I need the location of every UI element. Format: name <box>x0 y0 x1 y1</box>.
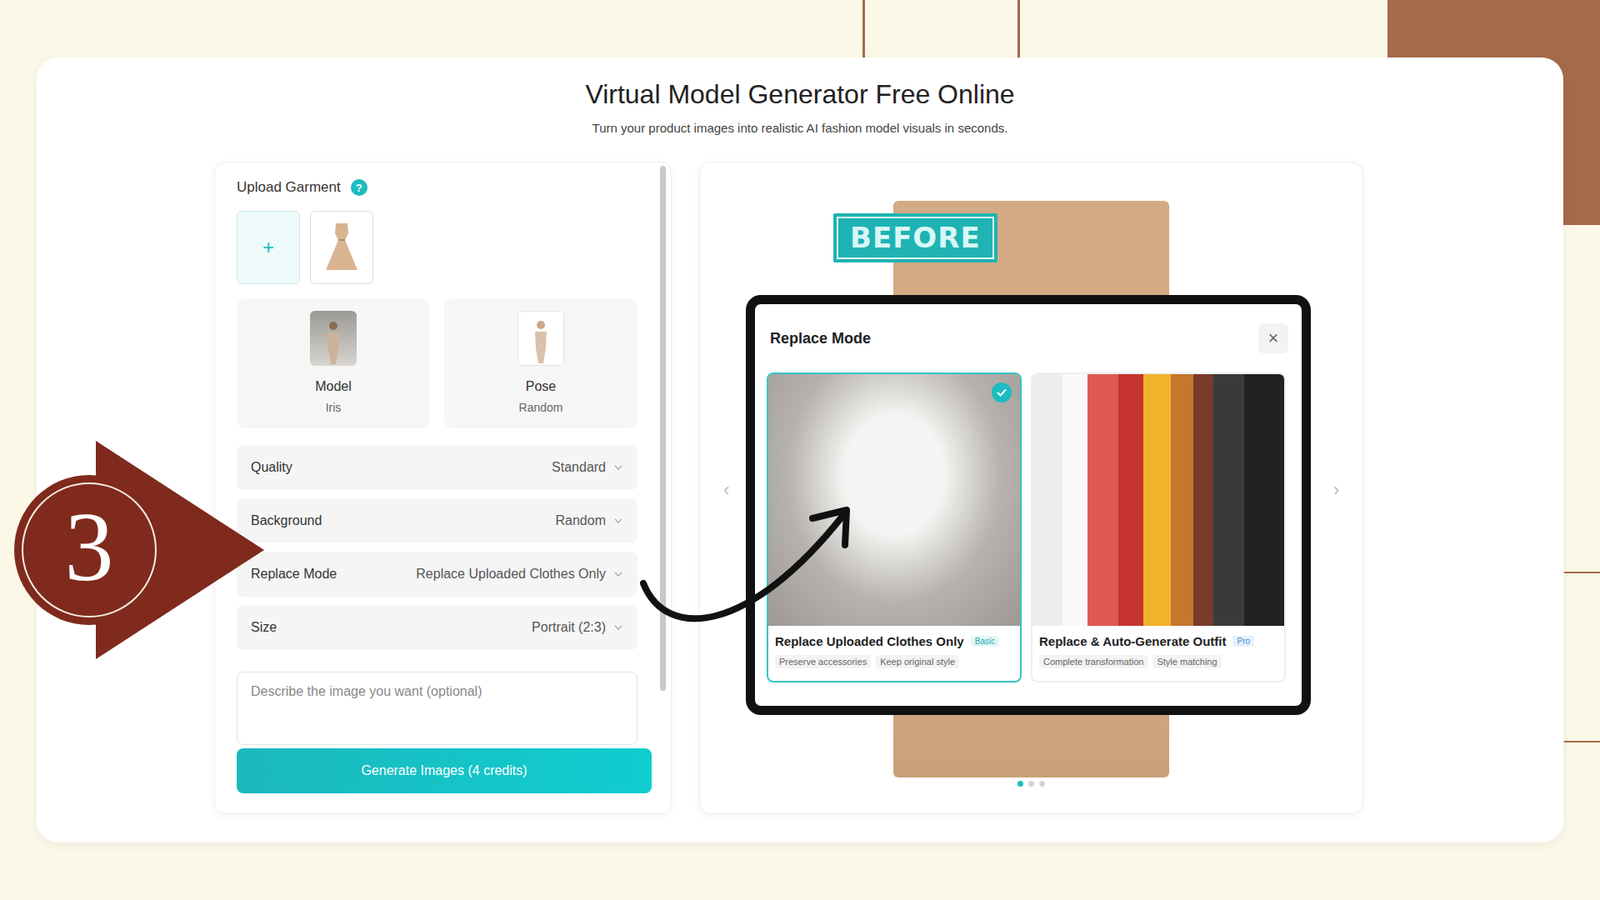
selector-image <box>310 310 357 366</box>
option-tags: Preserve accessories Keep original style <box>775 655 1014 669</box>
mode-option[interactable]: Replace & Auto-Generate Outfit Pro Compl… <box>1030 372 1286 683</box>
carousel-prev-button[interactable]: ‹ <box>723 479 730 501</box>
step-marker: 3 <box>14 440 281 666</box>
option-info: Replace & Auto-Generate Outfit Pro Compl… <box>1032 625 1285 674</box>
modal-title: Replace Mode <box>770 330 871 348</box>
setting-row[interactable]: Quality Standard <box>236 445 638 490</box>
chevron-down-icon <box>614 571 623 577</box>
option-title: Replace Uploaded Clothes Only <box>775 634 965 649</box>
main-card: Virtual Model Generator Free Online Turn… <box>36 57 1564 843</box>
before-badge: BEFORE <box>833 213 998 263</box>
help-icon[interactable]: ? <box>350 179 368 196</box>
decor-line <box>862 0 865 58</box>
option-badge: Pro <box>1232 635 1255 647</box>
figure-icon <box>525 318 556 365</box>
carousel-dots <box>700 780 1363 787</box>
dress-icon <box>322 221 361 274</box>
prompt-input[interactable]: Describe the image you want (optional) <box>236 671 638 745</box>
settings-panel: Upload Garment ? + Model Iris Pose Rando… <box>214 161 672 815</box>
page-title: Virtual Model Generator Free Online <box>36 77 1564 111</box>
selector-value: Iris <box>325 400 342 415</box>
option-tags: Complete transformation Style matching <box>1039 655 1278 669</box>
option-badge: Basic <box>970 635 1000 647</box>
setting-label: Replace Mode <box>250 566 337 582</box>
setting-value: Portrait (2:3) <box>531 620 606 635</box>
carousel-dot[interactable] <box>1028 780 1035 787</box>
setting-row[interactable]: Size Portrait (2:3) <box>236 605 638 650</box>
decor-line <box>1564 571 1600 574</box>
option-image <box>768 374 1020 626</box>
chevron-down-icon <box>614 465 623 470</box>
selector-card[interactable]: Model Iris <box>236 299 430 429</box>
option-tag: Complete transformation <box>1039 655 1148 669</box>
upload-thumbs: + <box>236 210 650 285</box>
mode-option[interactable]: Replace Uploaded Clothes Only Basic Pres… <box>766 372 1022 683</box>
setting-value: Replace Uploaded Clothes Only <box>415 566 606 582</box>
setting-value-wrap: Replace Uploaded Clothes Only <box>415 566 623 582</box>
page: Virtual Model Generator Free Online Turn… <box>0 0 1600 900</box>
selector-value: Random <box>519 400 564 415</box>
step-shape-icon <box>14 440 281 666</box>
chevron-down-icon <box>614 625 623 630</box>
setting-label: Background <box>250 513 322 529</box>
modal-header: Replace Mode × <box>755 304 1302 360</box>
preview-panel: BEFORE ‹ › Replace Mode × Replace Upload… <box>699 161 1364 815</box>
setting-value: Random <box>555 513 606 529</box>
option-title-row: Replace & Auto-Generate Outfit Pro <box>1039 634 1278 649</box>
check-icon <box>991 382 1012 403</box>
selector-label: Model <box>315 379 352 395</box>
page-subtitle: Turn your product images into realistic … <box>36 120 1564 135</box>
option-info: Replace Uploaded Clothes Only Basic Pres… <box>768 625 1020 674</box>
upload-label: Upload Garment <box>236 179 341 196</box>
setting-row[interactable]: Background Random <box>236 498 638 544</box>
setting-value-wrap: Standard <box>551 460 623 475</box>
selector-label: Pose <box>525 379 556 395</box>
step-number: 3 <box>47 489 131 606</box>
selector-image <box>517 310 565 366</box>
option-tag: Keep original style <box>875 655 960 669</box>
decor-line <box>1017 0 1020 58</box>
settings-list: Quality Standard Background Random Repla… <box>236 445 638 650</box>
setting-label: Size <box>250 620 277 635</box>
option-title: Replace & Auto-Generate Outfit <box>1039 634 1226 649</box>
mode-options: Replace Uploaded Clothes Only Basic Pres… <box>755 359 1302 683</box>
selector-card[interactable]: Pose Random <box>444 299 638 429</box>
setting-value: Standard <box>551 460 606 475</box>
generate-button[interactable]: Generate Images (4 credits) <box>236 748 652 794</box>
close-button[interactable]: × <box>1258 323 1289 354</box>
chevron-down-icon <box>614 518 623 524</box>
setting-label: Quality <box>250 460 293 475</box>
option-image <box>1032 374 1285 626</box>
option-tag: Style matching <box>1152 655 1221 669</box>
add-garment-button[interactable]: + <box>236 210 300 285</box>
carousel-next-button[interactable]: › <box>1333 479 1340 501</box>
garment-thumbnail[interactable] <box>310 210 374 285</box>
carousel-dot[interactable] <box>1017 780 1024 787</box>
replace-mode-modal: Replace Mode × Replace Uploaded Clothes … <box>745 295 1311 715</box>
header: Virtual Model Generator Free Online Turn… <box>36 57 1564 135</box>
upload-header: Upload Garment ? <box>236 179 650 196</box>
panels: Upload Garment ? + Model Iris Pose Rando… <box>214 161 1564 815</box>
setting-value-wrap: Random <box>555 513 623 529</box>
setting-value-wrap: Portrait (2:3) <box>531 620 623 635</box>
scrollbar[interactable] <box>660 165 666 691</box>
option-title-row: Replace Uploaded Clothes Only Basic <box>775 634 1014 649</box>
carousel-dot[interactable] <box>1039 780 1045 787</box>
decor-line <box>1564 740 1600 743</box>
option-tag: Preserve accessories <box>775 655 871 669</box>
selectors: Model Iris Pose Random <box>236 299 650 429</box>
setting-row[interactable]: Replace Mode Replace Uploaded Clothes On… <box>236 551 638 597</box>
figure-icon <box>318 319 349 366</box>
